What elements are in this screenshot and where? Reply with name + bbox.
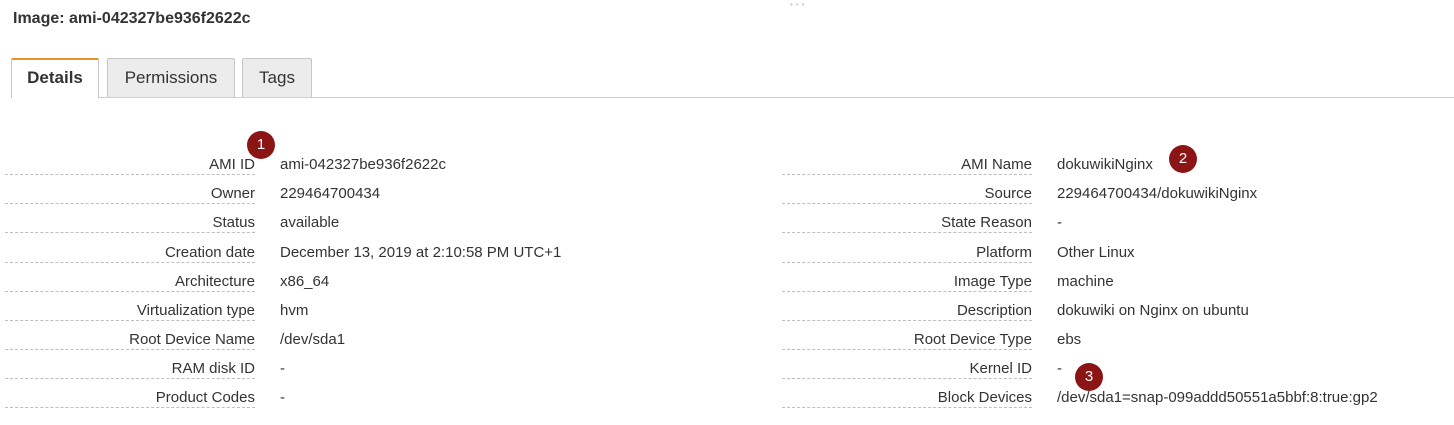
annotation-marker-3: 3 (1075, 363, 1103, 391)
detail-label: Owner (5, 185, 255, 204)
detail-value: - (1057, 214, 1062, 231)
detail-label: Architecture (5, 273, 255, 292)
detail-value: Other Linux (1057, 244, 1135, 261)
detail-label: State Reason (782, 214, 1032, 233)
detail-label: Description (782, 302, 1032, 321)
detail-value: /dev/sda1 (280, 331, 346, 348)
detail-value: 229464700434 (280, 185, 381, 202)
detail-label: RAM disk ID (5, 360, 255, 379)
detail-label: AMI Name (782, 156, 1032, 175)
detail-label: Source (782, 185, 1032, 204)
detail-value: - (1057, 360, 1062, 377)
tab-divider (11, 97, 1454, 98)
detail-label: Virtualization type (5, 302, 255, 321)
detail-label: Status (5, 214, 255, 233)
detail-value: dokuwikiNginx (1057, 156, 1153, 173)
detail-label: Block Devices (782, 389, 1032, 408)
detail-value: ebs (1057, 331, 1082, 348)
annotation-marker-1: 1 (247, 131, 275, 159)
ami-details-panel: Image: ami-042327be936f2622c ••• Details… (0, 0, 1454, 425)
detail-value: December 13, 2019 at 2:10:58 PM UTC+1 (280, 244, 562, 261)
detail-label: Product Codes (5, 389, 255, 408)
page-title: Image: ami-042327be936f2622c (13, 10, 251, 27)
detail-value: machine (1057, 273, 1114, 290)
detail-value: available (280, 214, 340, 231)
annotation-marker-2: 2 (1169, 145, 1197, 173)
tab-permissions[interactable]: Permissions (107, 58, 235, 97)
detail-label: Platform (782, 244, 1032, 263)
detail-value: hvm (280, 302, 309, 319)
detail-value: 229464700434/dokuwikiNginx (1057, 185, 1258, 202)
detail-label: Creation date (5, 244, 255, 263)
detail-value: - (280, 360, 285, 377)
detail-value: - (280, 389, 285, 406)
detail-label: Image Type (782, 273, 1032, 292)
detail-label: Root Device Type (782, 331, 1032, 350)
detail-value: /dev/sda1=snap-099addd50551a5bbf:8:true:… (1057, 389, 1378, 406)
detail-label: Kernel ID (782, 360, 1032, 379)
detail-label: AMI ID (5, 156, 255, 175)
detail-value: dokuwiki on Nginx on ubuntu (1057, 302, 1249, 319)
detail-value: x86_64 (280, 273, 330, 290)
tab-tags[interactable]: Tags (242, 58, 312, 97)
detail-label: Root Device Name (5, 331, 255, 350)
detail-value: ami-042327be936f2622c (280, 156, 446, 173)
tab-details[interactable]: Details (11, 58, 99, 98)
resize-handle-icon[interactable]: ••• (790, 0, 807, 9)
